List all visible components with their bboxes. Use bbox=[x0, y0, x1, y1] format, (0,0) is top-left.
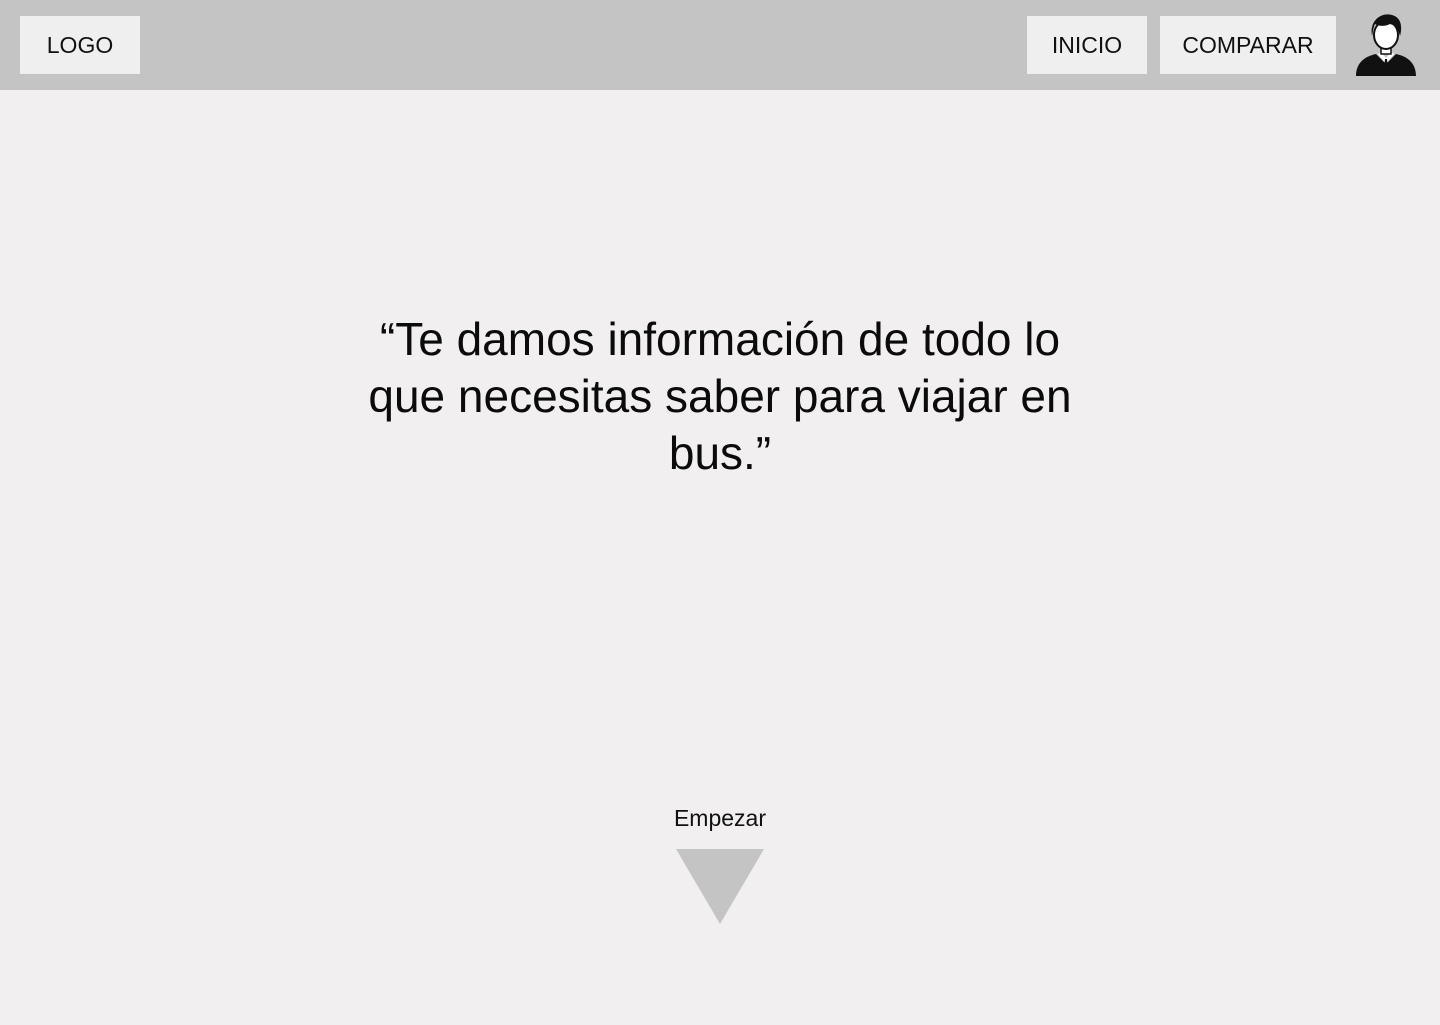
user-avatar-icon[interactable] bbox=[1354, 12, 1418, 78]
logo-label: LOGO bbox=[46, 31, 114, 58]
nav-inicio-button[interactable]: INICIO bbox=[1027, 16, 1147, 74]
triangle-down-icon[interactable] bbox=[676, 849, 764, 925]
nav-comparar-button[interactable]: COMPARAR bbox=[1160, 16, 1336, 74]
nav-inicio-label: INICIO bbox=[1051, 31, 1123, 58]
start-button-label[interactable]: Empezar bbox=[620, 805, 820, 832]
logo: LOGO bbox=[20, 16, 140, 74]
hero-tagline: “Te damos información de todo lo que nec… bbox=[368, 313, 1072, 479]
nav-comparar-label: COMPARAR bbox=[1182, 31, 1314, 58]
top-navbar: LOGO INICIO COMPARAR bbox=[0, 0, 1440, 90]
